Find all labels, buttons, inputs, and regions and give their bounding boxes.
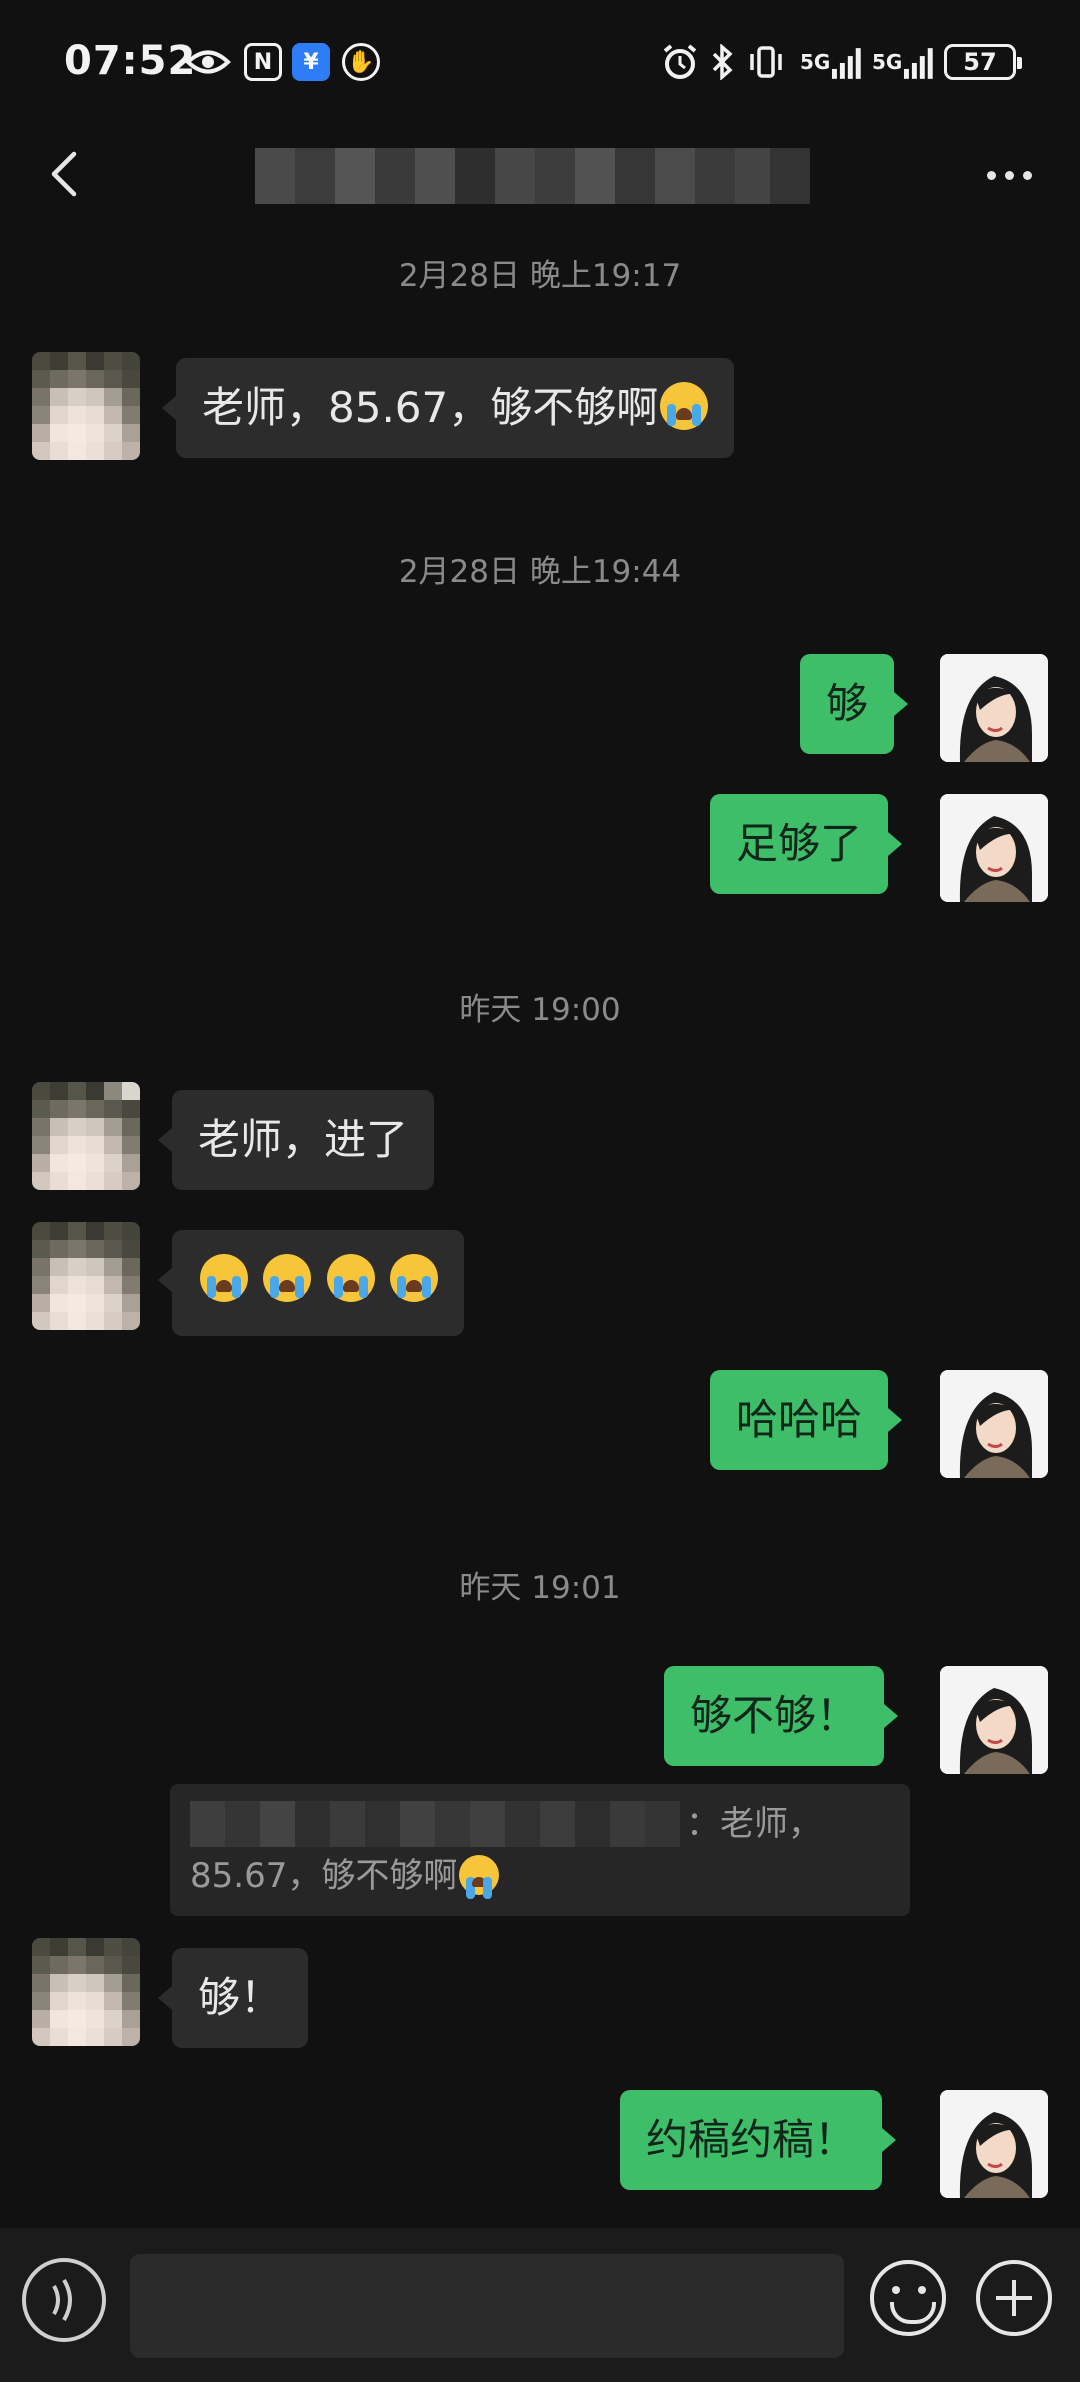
my-avatar[interactable] [940, 1370, 1048, 1478]
quoted-text: ：老师， [686, 1804, 822, 1844]
message-text: 够不够！ [690, 1691, 859, 1740]
voice-icon [52, 2278, 72, 2322]
message-bubble-out[interactable]: 够不够！ [664, 1666, 899, 1766]
woman-avatar-icon [940, 1666, 1048, 1774]
message-bubble-in[interactable]: 够！ [157, 1948, 309, 2048]
crying-emoji-icon [263, 1254, 312, 1302]
message-text: 够 [826, 679, 869, 728]
chevron-left-icon [51, 151, 77, 197]
vibrate-icon [746, 42, 786, 82]
crying-emoji-icon [326, 1254, 375, 1302]
message-bubble-out[interactable]: 足够了 [710, 794, 903, 894]
message-bubble-out[interactable]: 约稿约稿！ [620, 2090, 897, 2190]
my-avatar[interactable] [940, 2090, 1048, 2198]
contact-avatar[interactable] [32, 352, 140, 460]
crying-emoji-icon [390, 1254, 439, 1302]
nfc-icon: N [244, 42, 282, 82]
status-time: 07:52 [64, 38, 197, 84]
battery-icon: 57 [944, 44, 1022, 80]
signal-icon: 5G [872, 42, 938, 82]
quoted-message[interactable]: ：老师， 85.67，够不够啊 [170, 1784, 910, 1916]
emoji-button[interactable] [870, 2260, 946, 2336]
message-text: 足够了 [736, 819, 863, 868]
eye-icon [184, 42, 232, 82]
timestamp: 2月28日 晚上19:44 [398, 554, 682, 590]
network-label: 5G [872, 50, 903, 74]
message-text: 够！ [198, 1973, 283, 2022]
message-bubble-out[interactable]: 够 [800, 654, 909, 754]
my-avatar[interactable] [940, 654, 1048, 762]
message-bubble-in[interactable]: 老师，进了 [157, 1090, 435, 1190]
contact-avatar[interactable] [32, 1082, 140, 1190]
message-text: 老师，进了 [198, 1115, 409, 1164]
crying-emoji-icon [459, 1855, 500, 1899]
woman-avatar-icon [940, 654, 1048, 762]
woman-avatar-icon [940, 794, 1048, 902]
message-input[interactable] [130, 2254, 844, 2358]
chat-header [0, 120, 1080, 230]
crying-emoji-icon [200, 1254, 248, 1302]
quoted-text: 85.67，够不够啊 [190, 1856, 458, 1896]
woman-avatar-icon [940, 1370, 1048, 1478]
contact-avatar[interactable] [32, 1938, 140, 2046]
message-bubble-in[interactable] [157, 1230, 465, 1336]
message-text: 老师，85.67，够不够啊 [202, 383, 659, 432]
message-text: 哈哈哈 [736, 1395, 863, 1444]
wallet-icon: ¥ [292, 42, 330, 82]
woman-avatar-icon [940, 2090, 1048, 2198]
timestamp: 昨天 19:00 [459, 992, 621, 1028]
network-label: 5G [800, 50, 831, 74]
chat-title-pixelated [255, 148, 810, 204]
quoted-sender-pixelated [190, 1801, 680, 1847]
alarm-icon [660, 42, 700, 82]
signal-icon: 5G [800, 42, 866, 82]
contact-avatar[interactable] [32, 1222, 140, 1330]
bluetooth-icon [708, 42, 736, 82]
battery-level: 57 [963, 48, 997, 76]
timestamp: 昨天 19:01 [459, 1570, 621, 1606]
more-button[interactable] [974, 150, 1044, 200]
input-bar [0, 2228, 1080, 2382]
message-text: 约稿约稿！ [646, 2115, 857, 2164]
more-icon [986, 170, 996, 180]
more-actions-button[interactable] [976, 2260, 1052, 2336]
back-button[interactable] [36, 144, 96, 204]
crying-emoji-icon [660, 382, 709, 430]
voice-button[interactable] [22, 2258, 106, 2342]
status-bar: 07:52 N ¥ ✋ 5G 5G 57 [0, 0, 1080, 120]
timestamp: 2月28日 晚上19:17 [398, 258, 682, 294]
my-avatar[interactable] [940, 1666, 1048, 1774]
message-bubble-in[interactable]: 老师，85.67，够不够啊 [161, 358, 735, 458]
my-avatar[interactable] [940, 794, 1048, 902]
hand-icon: ✋ [342, 42, 380, 82]
message-bubble-out[interactable]: 哈哈哈 [710, 1370, 903, 1470]
